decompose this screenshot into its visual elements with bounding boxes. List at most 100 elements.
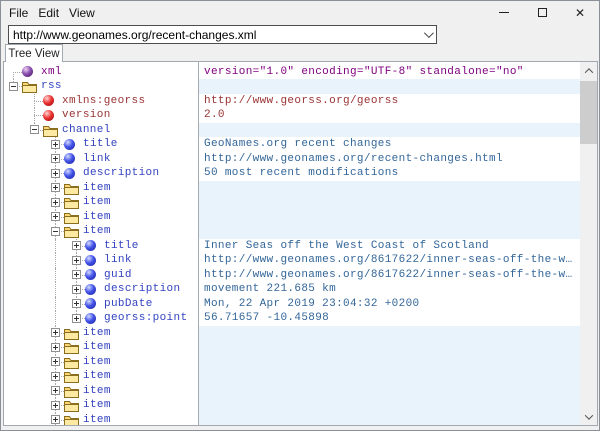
url-combobox[interactable] bbox=[8, 25, 437, 44]
tree-node-label[interactable]: guid bbox=[104, 268, 132, 283]
tree-node-label[interactable]: item bbox=[83, 413, 111, 426]
value-row[interactable]: http://www.geonames.org/recent-changes.h… bbox=[199, 152, 580, 167]
tree-toggle-plus[interactable] bbox=[51, 415, 60, 424]
value-row[interactable]: http://www.geonames.org/8617622/inner-se… bbox=[199, 268, 580, 283]
tree-node-label[interactable]: description bbox=[83, 166, 159, 181]
tree-toggle-plus[interactable] bbox=[51, 372, 60, 381]
url-dropdown-button[interactable] bbox=[418, 26, 436, 43]
vertical-scrollbar[interactable] bbox=[580, 62, 597, 425]
value-row[interactable]: 50 most recent modifications bbox=[199, 166, 580, 181]
tree-node-label[interactable]: item bbox=[83, 210, 111, 225]
value-text: http://www.geonames.org/recent-changes.h… bbox=[204, 153, 503, 165]
tree-node-label[interactable]: item bbox=[83, 355, 111, 370]
value-row[interactable] bbox=[199, 123, 580, 138]
value-row[interactable]: http://www.geonames.org/8617622/inner-se… bbox=[199, 253, 580, 268]
tree-toggle-plus[interactable] bbox=[72, 241, 81, 250]
value-row[interactable]: http://www.georss.org/georss bbox=[199, 94, 580, 109]
value-row[interactable] bbox=[199, 224, 580, 239]
tab-tree-view[interactable]: Tree View bbox=[5, 44, 63, 62]
folder-icon bbox=[43, 124, 58, 136]
tree-node-label[interactable]: item bbox=[83, 195, 111, 210]
tree-toggle-plus[interactable] bbox=[51, 169, 60, 178]
tree-node-label[interactable]: item bbox=[83, 181, 111, 196]
tree-toggle-minus[interactable] bbox=[51, 227, 60, 236]
value-row[interactable]: version="1.0" encoding="UTF-8" standalon… bbox=[199, 65, 580, 80]
folder-icon bbox=[64, 370, 79, 382]
value-row[interactable] bbox=[199, 326, 580, 341]
tree-node-label[interactable]: item bbox=[83, 326, 111, 341]
url-input[interactable] bbox=[9, 27, 418, 42]
value-row[interactable]: movement 221.685 km bbox=[199, 282, 580, 297]
tree-toggle-plus[interactable] bbox=[51, 140, 60, 149]
maximize-button[interactable] bbox=[523, 1, 561, 24]
value-row[interactable] bbox=[199, 369, 580, 384]
tree-toggle-plus[interactable] bbox=[51, 357, 60, 366]
tree-node-label[interactable]: georss:point bbox=[104, 311, 187, 326]
tree-toggle-plus[interactable] bbox=[72, 285, 81, 294]
tree-node-label[interactable]: description bbox=[104, 282, 180, 297]
close-button[interactable]: ✕ bbox=[561, 1, 599, 24]
tree-node-label[interactable]: link bbox=[104, 253, 132, 268]
tree-toggle-plus[interactable] bbox=[72, 314, 81, 323]
value-row[interactable] bbox=[199, 413, 580, 426]
scroll-down-button[interactable] bbox=[580, 408, 597, 425]
tree-node-label[interactable]: channel bbox=[62, 123, 111, 138]
folder-icon bbox=[64, 356, 79, 368]
value-row[interactable] bbox=[199, 210, 580, 225]
tree-node-label[interactable]: version bbox=[62, 108, 111, 123]
tree-toggle-plus[interactable] bbox=[72, 256, 81, 265]
tree-toggle-plus[interactable] bbox=[51, 183, 60, 192]
tree-node-label[interactable]: xmlns:georss bbox=[62, 94, 145, 109]
tree-toggle-plus[interactable] bbox=[51, 386, 60, 395]
tree-toggle-plus[interactable] bbox=[51, 401, 60, 410]
tree-row: item bbox=[4, 413, 198, 426]
value-row[interactable]: 2.0 bbox=[199, 108, 580, 123]
tree-node-label[interactable]: title bbox=[83, 137, 118, 152]
menu-item-edit[interactable]: Edit bbox=[33, 4, 64, 22]
tree-node-label[interactable]: rss bbox=[41, 79, 62, 94]
tree-node-label[interactable]: pubDate bbox=[104, 297, 153, 312]
menu-item-file[interactable]: File bbox=[4, 4, 33, 22]
tree-node-label[interactable]: link bbox=[83, 152, 111, 167]
menu-item-view[interactable]: View bbox=[64, 4, 100, 22]
tree-node-label[interactable]: item bbox=[83, 398, 111, 413]
value-row[interactable] bbox=[199, 181, 580, 196]
red-ball-icon bbox=[43, 95, 54, 106]
folder-icon bbox=[64, 414, 79, 425]
tree-toggle-plus[interactable] bbox=[51, 198, 60, 207]
tree-node-label[interactable]: title bbox=[104, 239, 139, 254]
tree-row: item bbox=[4, 195, 198, 210]
minimize-icon bbox=[499, 12, 509, 13]
blue-ball-icon bbox=[85, 313, 96, 324]
value-row[interactable]: 56.71657 -10.45898 bbox=[199, 311, 580, 326]
tree-node-label[interactable]: item bbox=[83, 340, 111, 355]
tree-node-label[interactable]: item bbox=[83, 384, 111, 399]
tree-toggle-plus[interactable] bbox=[51, 343, 60, 352]
blue-ball-icon bbox=[85, 298, 96, 309]
blue-ball-icon bbox=[64, 153, 75, 164]
tree-node-label[interactable]: item bbox=[83, 224, 111, 239]
tree-node-label[interactable]: xml bbox=[41, 65, 62, 80]
maximize-icon bbox=[538, 8, 547, 17]
tree-toggle-minus[interactable] bbox=[30, 125, 39, 134]
value-row[interactable] bbox=[199, 195, 580, 210]
scroll-up-button[interactable] bbox=[580, 62, 597, 79]
value-row[interactable]: Inner Seas off the West Coast of Scotlan… bbox=[199, 239, 580, 254]
value-row[interactable] bbox=[199, 398, 580, 413]
tree-toggle-plus[interactable] bbox=[72, 299, 81, 308]
tree-toggle-plus[interactable] bbox=[51, 212, 60, 221]
value-text: Mon, 22 Apr 2019 23:04:32 +0200 bbox=[204, 298, 419, 310]
tree-node-label[interactable]: item bbox=[83, 369, 111, 384]
scrollbar-thumb[interactable] bbox=[580, 81, 597, 144]
value-row[interactable] bbox=[199, 79, 580, 94]
tree-toggle-plus[interactable] bbox=[51, 328, 60, 337]
value-row[interactable] bbox=[199, 384, 580, 399]
value-row[interactable]: GeoNames.org recent changes bbox=[199, 137, 580, 152]
value-row[interactable]: Mon, 22 Apr 2019 23:04:32 +0200 bbox=[199, 297, 580, 312]
value-row[interactable] bbox=[199, 340, 580, 355]
tree-toggle-plus[interactable] bbox=[51, 154, 60, 163]
value-row[interactable] bbox=[199, 355, 580, 370]
tree-toggle-plus[interactable] bbox=[72, 270, 81, 279]
minimize-button[interactable] bbox=[485, 1, 523, 24]
tree-toggle-minus[interactable] bbox=[9, 82, 18, 91]
